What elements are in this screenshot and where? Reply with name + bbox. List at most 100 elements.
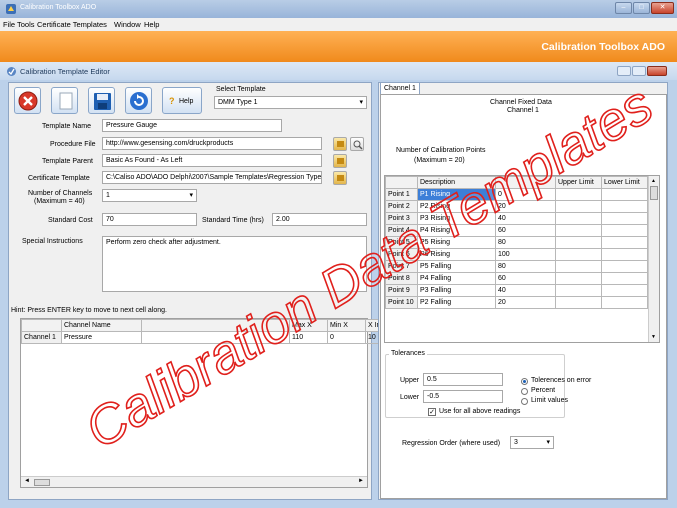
table-cell[interactable] xyxy=(601,284,648,297)
scroll-up-icon[interactable]: ▲ xyxy=(651,178,656,184)
editor-restore-button[interactable] xyxy=(632,66,646,76)
procedure-file-view-button[interactable] xyxy=(350,137,364,151)
certificate-template-browse-button[interactable] xyxy=(333,171,347,185)
table-row[interactable]: Point 6 P6 Rising 100 xyxy=(385,248,648,261)
delete-button[interactable] xyxy=(14,87,41,114)
table-cell[interactable]: 40 xyxy=(495,284,556,297)
table-cell[interactable]: 100 xyxy=(495,248,556,261)
menu-tools[interactable]: Tools xyxy=(17,20,35,29)
table-cell[interactable]: P2 Rising xyxy=(417,200,496,213)
table-cell[interactable] xyxy=(601,212,648,225)
scroll-down-icon[interactable]: ▼ xyxy=(651,334,656,340)
table-cell[interactable]: 0 xyxy=(495,188,556,201)
standard-cost-input[interactable]: 70 xyxy=(102,213,197,226)
table-row[interactable]: Point 7 P5 Falling 80 xyxy=(385,260,648,273)
table-cell[interactable]: 60 xyxy=(495,272,556,285)
table-row[interactable]: Point 3 P3 Rising 40 xyxy=(385,212,648,225)
table-row[interactable]: Point 1 P1 Rising 0 xyxy=(385,188,648,201)
table-cell[interactable] xyxy=(601,272,648,285)
table-cell[interactable] xyxy=(555,200,602,213)
menu-window[interactable]: Window xyxy=(114,20,141,29)
tab-channel-1[interactable]: Channel 1 xyxy=(380,82,420,94)
table-cell[interactable]: 20 xyxy=(495,296,556,309)
save-button[interactable] xyxy=(88,87,115,114)
scroll-left-icon[interactable]: ◄ xyxy=(24,478,30,484)
table-cell[interactable]: P4 Falling xyxy=(417,272,496,285)
table-cell[interactable]: P1 Rising xyxy=(417,188,496,201)
table-cell[interactable] xyxy=(555,284,602,297)
table-cell[interactable] xyxy=(601,296,648,309)
close-button[interactable]: ✕ xyxy=(651,2,674,14)
table-cell[interactable] xyxy=(555,260,602,273)
menu-certificate-templates[interactable]: Certificate Templates xyxy=(37,20,107,29)
template-name-input[interactable]: Pressure Gauge xyxy=(102,119,282,132)
help-button[interactable]: ? Help xyxy=(162,87,202,114)
table-row[interactable]: Point 4 P4 Rising 60 xyxy=(385,224,648,237)
menu-file[interactable]: File xyxy=(3,20,15,29)
table-cell[interactable] xyxy=(601,260,648,273)
scroll-thumb[interactable] xyxy=(650,186,658,200)
table-cell[interactable]: 20 xyxy=(495,200,556,213)
certificate-template-input[interactable]: C:\Caliso ADO\ADO Delphi\2007\Sample Tem… xyxy=(102,171,322,184)
table-row[interactable]: Channel 1 Pressure 110 0 10 xyxy=(21,331,400,344)
minimize-button[interactable]: – xyxy=(615,2,632,14)
maximize-button[interactable]: □ xyxy=(633,2,650,14)
table-cell[interactable]: P5 Falling xyxy=(417,260,496,273)
radio-limit-values[interactable] xyxy=(521,398,528,405)
channels-dropdown[interactable]: 1 ▾ xyxy=(102,189,197,202)
table-cell[interactable]: 0 xyxy=(327,331,366,344)
table-cell[interactable] xyxy=(555,272,602,285)
procedure-file-browse-button[interactable] xyxy=(333,137,347,151)
table-cell[interactable]: 80 xyxy=(495,260,556,273)
table-cell[interactable]: P3 Rising xyxy=(417,212,496,225)
table-cell[interactable] xyxy=(601,248,648,261)
table-cell[interactable]: 40 xyxy=(495,212,556,225)
table-cell[interactable]: P5 Rising xyxy=(417,236,496,249)
table-cell[interactable] xyxy=(601,200,648,213)
table-cell[interactable] xyxy=(555,224,602,237)
radio-percent[interactable] xyxy=(521,388,528,395)
table-row[interactable]: Point 2 P2 Rising 20 xyxy=(385,200,648,213)
procedure-file-input[interactable]: http://www.gesensing.com/druckproducts xyxy=(102,137,322,150)
editor-close-button[interactable] xyxy=(647,66,667,76)
table-cell[interactable]: P6 Rising xyxy=(417,248,496,261)
select-template-dropdown[interactable]: DMM Type 1 ▾ xyxy=(214,96,367,109)
editor-minimize-button[interactable] xyxy=(617,66,631,76)
table-cell[interactable]: P2 Falling xyxy=(417,296,496,309)
radio-tolerances-on-error[interactable] xyxy=(521,378,528,385)
table-cell[interactable]: 80 xyxy=(495,236,556,249)
lower-tolerance-input[interactable]: -0.5 xyxy=(423,390,503,403)
table-cell[interactable] xyxy=(601,236,648,249)
scroll-thumb[interactable] xyxy=(34,479,50,486)
table-cell[interactable] xyxy=(141,331,290,344)
table-cell[interactable] xyxy=(555,296,602,309)
table-cell[interactable] xyxy=(555,248,602,261)
table-cell[interactable] xyxy=(555,236,602,249)
table-cell[interactable] xyxy=(555,188,602,201)
vertical-scrollbar[interactable]: ▲ ▼ xyxy=(648,176,659,342)
table-cell[interactable]: P4 Rising xyxy=(417,224,496,237)
table-cell[interactable]: Pressure xyxy=(61,331,142,344)
special-instructions-textarea[interactable]: Perform zero check after adjustment. xyxy=(102,236,367,292)
refresh-button[interactable] xyxy=(125,87,152,114)
table-cell[interactable]: 60 xyxy=(495,224,556,237)
regression-order-dropdown[interactable]: 3 ▾ xyxy=(510,436,554,449)
table-cell[interactable]: 110 xyxy=(289,331,328,344)
use-for-all-checkbox[interactable]: ✓ xyxy=(428,408,436,416)
standard-time-input[interactable]: 2.00 xyxy=(272,213,367,226)
new-button[interactable] xyxy=(51,87,78,114)
table-row[interactable]: Point 8 P4 Falling 60 xyxy=(385,272,648,285)
table-cell[interactable] xyxy=(601,188,648,201)
table-cell[interactable]: P3 Falling xyxy=(417,284,496,297)
table-cell[interactable] xyxy=(555,212,602,225)
table-cell[interactable] xyxy=(601,224,648,237)
template-parent-browse-button[interactable] xyxy=(333,154,347,168)
table-row[interactable]: Point 9 P3 Falling 40 xyxy=(385,284,648,297)
menu-help[interactable]: Help xyxy=(144,20,159,29)
table-row[interactable]: Point 10 P2 Falling 20 xyxy=(385,296,648,309)
upper-tolerance-input[interactable]: 0.5 xyxy=(423,373,503,386)
scroll-right-icon[interactable]: ► xyxy=(358,478,364,484)
template-parent-input[interactable]: Basic As Found - As Left xyxy=(102,154,322,167)
table-row[interactable]: Point 5 P5 Rising 80 xyxy=(385,236,648,249)
horizontal-scrollbar[interactable]: ◄ ► xyxy=(21,476,367,487)
